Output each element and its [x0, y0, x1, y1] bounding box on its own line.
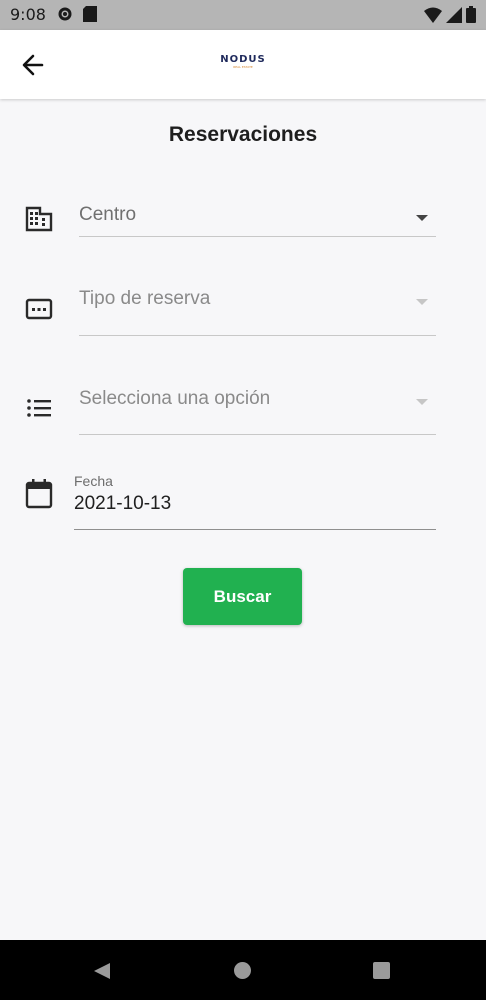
- nav-home-icon[interactable]: [234, 962, 251, 979]
- page-title: Reservaciones: [168, 123, 318, 146]
- tipo-reserva-dropdown[interactable]: Tipo de reserva: [79, 288, 436, 336]
- centro-dropdown[interactable]: Centro: [79, 204, 436, 237]
- status-time: 9:08: [10, 5, 46, 24]
- app-bar: NODUS REAL ESTATE: [0, 30, 486, 99]
- app-logo: NODUS REAL ESTATE: [220, 54, 266, 69]
- sd-card-icon: [83, 6, 97, 22]
- logo-text: NODUS: [220, 54, 266, 65]
- ticket-icon: [25, 298, 53, 320]
- back-button[interactable]: [18, 50, 50, 80]
- fecha-label: Fecha: [74, 473, 113, 489]
- building-icon: [25, 206, 53, 232]
- fecha-input[interactable]: Fecha 2021-10-13: [74, 473, 436, 530]
- centro-field[interactable]: Centro: [0, 196, 486, 238]
- tipo-reserva-field[interactable]: Tipo de reserva: [0, 280, 486, 338]
- search-button[interactable]: Buscar: [183, 568, 302, 625]
- wifi-icon: [424, 7, 442, 23]
- fecha-value: 2021-10-13: [74, 493, 172, 514]
- nav-recents-icon[interactable]: [373, 962, 390, 979]
- logo-subtext: REAL ESTATE: [233, 65, 253, 69]
- arrow-left-icon: [22, 54, 44, 76]
- nav-back-icon[interactable]: [93, 962, 111, 980]
- chevron-down-icon: [416, 399, 428, 405]
- centro-placeholder: Centro: [79, 204, 137, 225]
- signal-icon: [446, 6, 462, 23]
- tipo-reserva-placeholder: Tipo de reserva: [79, 288, 211, 309]
- list-icon: [27, 399, 51, 417]
- opcion-dropdown[interactable]: Selecciona una opción: [79, 388, 436, 435]
- opcion-field[interactable]: Selecciona una opción: [0, 380, 486, 438]
- calendar-icon: [25, 479, 53, 509]
- gear-icon: [58, 7, 72, 21]
- status-bar: 9:08: [0, 0, 486, 30]
- opcion-placeholder: Selecciona una opción: [79, 388, 271, 409]
- battery-icon: [466, 6, 476, 23]
- chevron-down-icon: [416, 299, 428, 305]
- chevron-down-icon: [416, 215, 428, 221]
